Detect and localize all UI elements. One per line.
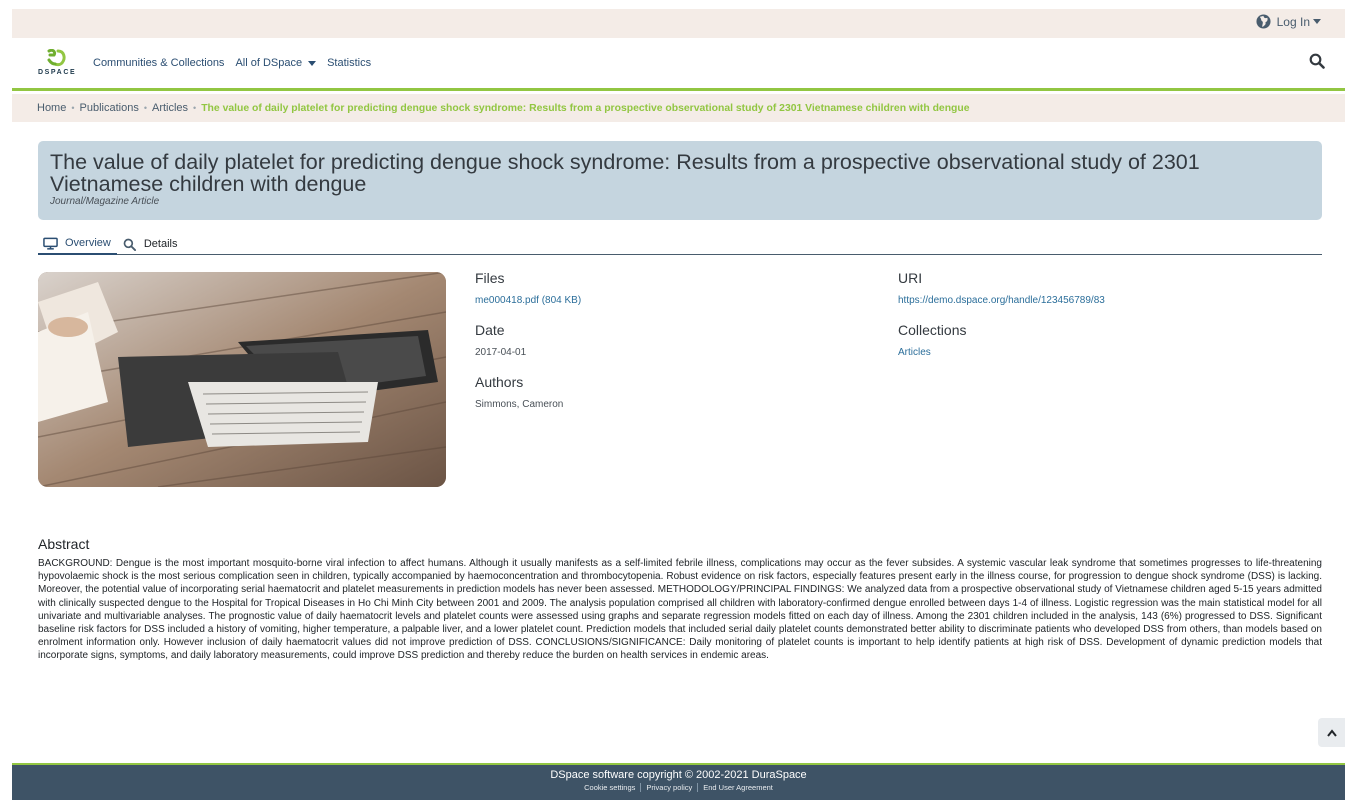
logo-text: DSPACE (38, 69, 77, 76)
page-title: The value of daily platelet for predicti… (50, 150, 1200, 196)
nav-all-of-dspace[interactable]: All of DSpace (235, 57, 317, 69)
search-icon[interactable] (1309, 53, 1325, 69)
footer-copyright: DSpace software copyright © 2002-2021 Du… (550, 769, 807, 781)
item-type: Journal/Magazine Article (50, 196, 160, 207)
footer-end-user-agreement[interactable]: End User Agreement (697, 783, 778, 792)
item-tabs: Overview Details (38, 233, 1322, 255)
tab-overview[interactable]: Overview (38, 233, 117, 255)
globe-icon (1256, 14, 1271, 29)
metadata-right: URI https://demo.dspace.org/handle/12345… (898, 270, 1105, 374)
caret-down-icon (308, 60, 317, 66)
main-navbar: DSPACE Communities & Collections All of … (12, 38, 1345, 91)
collection-link[interactable]: Articles (898, 347, 1105, 358)
breadcrumb-publications[interactable]: Publications (80, 102, 139, 114)
collections-label: Collections (898, 322, 967, 338)
uri-label: URI (898, 270, 923, 286)
breadcrumb-separator: • (71, 103, 75, 113)
chevron-up-icon (1326, 728, 1337, 737)
breadcrumb: Home • Publications • Articles • The val… (12, 94, 1345, 122)
tab-overview-label: Overview (65, 237, 111, 249)
nav-communities-collections[interactable]: Communities & Collections (93, 57, 224, 69)
tab-details[interactable]: Details (117, 233, 184, 255)
breadcrumb-separator: • (193, 103, 197, 113)
date-label: Date (475, 322, 505, 338)
uri-link[interactable]: https://demo.dspace.org/handle/123456789… (898, 295, 1105, 306)
thumbnail-image (38, 272, 446, 487)
date-value: 2017-04-01 (475, 347, 527, 358)
monitor-icon (43, 237, 58, 250)
metadata-left: Files me000418.pdf (804 KB) Date 2017-04… (475, 270, 581, 426)
dspace-logo[interactable]: DSPACE (38, 49, 78, 79)
footer-privacy-policy[interactable]: Privacy policy (640, 783, 697, 792)
footer-cookie-settings[interactable]: Cookie settings (579, 783, 640, 792)
item-header: The value of daily platelet for predicti… (38, 141, 1322, 220)
item-thumbnail (38, 272, 446, 487)
nav-statistics[interactable]: Statistics (327, 57, 371, 69)
breadcrumb-articles[interactable]: Articles (152, 102, 188, 114)
authors-label: Authors (475, 374, 524, 390)
dspace-logo-mark (47, 49, 66, 67)
top-bar: Log In (12, 9, 1345, 38)
login-menu[interactable]: Log In (1256, 14, 1321, 29)
footer: DSpace software copyright © 2002-2021 Du… (12, 763, 1345, 800)
login-label[interactable]: Log In (1277, 15, 1310, 29)
nav-links: Communities & Collections All of DSpace … (93, 57, 382, 69)
nav-all-of-dspace-label: All of DSpace (235, 57, 303, 69)
authors-value: Simmons, Cameron (475, 399, 564, 410)
file-download-link[interactable]: me000418.pdf (804 KB) (475, 295, 581, 306)
breadcrumb-current: The value of daily platelet for predicti… (201, 102, 970, 114)
breadcrumb-home[interactable]: Home (37, 102, 66, 114)
back-to-top-button[interactable] (1318, 718, 1345, 747)
files-label: Files (475, 270, 505, 286)
breadcrumb-separator: • (143, 103, 147, 113)
abstract-text: BACKGROUND: Dengue is the most important… (38, 558, 1322, 662)
footer-links: Cookie settings Privacy policy End User … (12, 783, 1345, 792)
tab-details-label: Details (143, 238, 178, 250)
caret-down-icon (1313, 19, 1321, 24)
search-icon (123, 238, 136, 251)
abstract-heading: Abstract (38, 536, 90, 552)
